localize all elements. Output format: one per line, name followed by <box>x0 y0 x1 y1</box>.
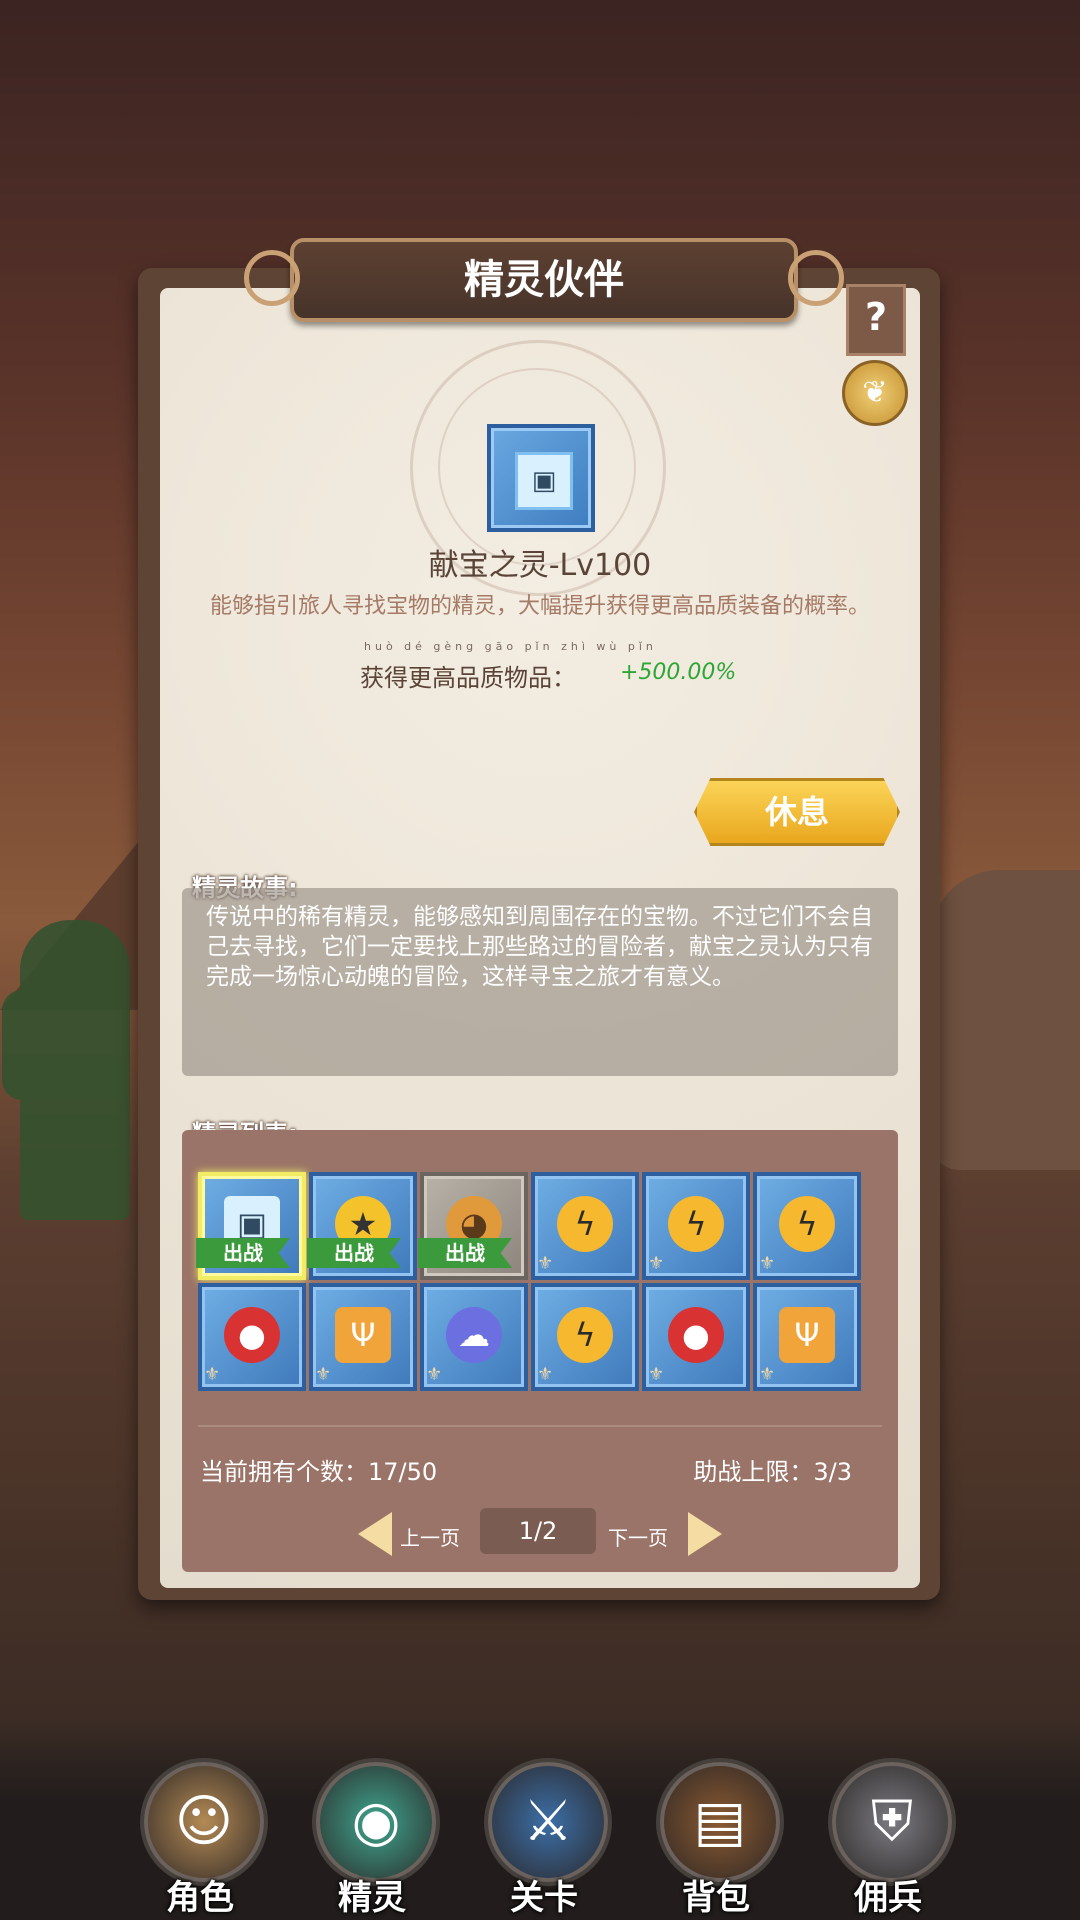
nav-item-backpack[interactable]: ▤ 背包 <box>646 1740 786 1920</box>
ghost-spirit-icon: ☁ <box>446 1307 502 1363</box>
deploy-tag: 出战 <box>196 1238 290 1268</box>
character-icon: ☺ <box>140 1758 268 1886</box>
flame-spirit-icon: ϟ <box>668 1196 724 1252</box>
flame-spirit-icon: ϟ <box>557 1196 613 1252</box>
title-banner: 精灵伙伴 <box>244 238 844 322</box>
spirit-slot[interactable]: ϟ ⚜ <box>531 1283 639 1391</box>
trident-icon: Ψ <box>335 1307 391 1363</box>
page-title: 精灵伙伴 <box>464 257 624 303</box>
next-arrow-icon[interactable] <box>688 1512 722 1556</box>
spirit-slot[interactable]: Ψ ⚜ <box>753 1283 861 1391</box>
story-text: 传说中的稀有精灵，能够感知到周围存在的宝物。不过它们不会自己去寻找，它们一定要找… <box>206 904 873 990</box>
nav-label: 背包 <box>682 1878 750 1918</box>
rank-badge-icon: ⚜ <box>759 1364 776 1385</box>
nav-item-stage[interactable]: ⚔ 关卡 <box>474 1740 614 1920</box>
nav-label: 关卡 <box>510 1878 578 1918</box>
deploy-tag: 出战 <box>418 1238 512 1268</box>
spirit-slot[interactable]: ● ⚜ <box>198 1283 306 1391</box>
prev-page-button[interactable]: 上一页 <box>400 1522 460 1551</box>
red-blob-icon: ● <box>668 1307 724 1363</box>
spirit-slot[interactable]: ▣ 出战 <box>196 1172 306 1280</box>
prev-arrow-icon[interactable] <box>358 1512 392 1556</box>
stat-row: huò dé gèng gāo pǐn zhì wù pǐn 获得更高品质物品：… <box>360 640 760 692</box>
spirit-icon: ◉ <box>312 1758 440 1886</box>
rank-badge-icon: ⚜ <box>426 1364 443 1385</box>
rank-badge-icon: ⚜ <box>537 1253 554 1274</box>
mercenary-icon: ⛨ <box>828 1758 956 1886</box>
owned-count: 当前拥有个数：17/50 <box>200 1458 438 1486</box>
nav-item-spirit[interactable]: ◉ 精灵 <box>302 1740 442 1920</box>
wing-icon[interactable]: ❦ <box>842 360 908 426</box>
spirit-slot[interactable]: ● ⚜ <box>642 1283 750 1391</box>
flame-spirit-icon: ϟ <box>557 1307 613 1363</box>
spirit-slot[interactable]: ★ 出战 <box>307 1172 417 1280</box>
stat-value: +500.00% <box>620 660 737 685</box>
banner-ornament-left <box>244 250 300 306</box>
spirit-list: ▣ 出战 ★ 出战 ◕ 出战 ϟ ⚜ ϟ ⚜ ϟ ⚜ ● ⚜ Ψ ⚜ ☁ ⚜ ϟ ⚜ ● ⚜ Ψ ⚜ 当前拥有个数：17/50… <box>182 1130 898 1572</box>
spirit-slot[interactable]: ☁ ⚜ <box>420 1283 528 1391</box>
divider <box>198 1425 882 1427</box>
rank-badge-icon: ⚜ <box>204 1364 221 1385</box>
nav-item-character[interactable]: ☺ 角色 <box>130 1740 270 1920</box>
cube-spirit-icon: ▣ <box>515 452 573 510</box>
rank-badge-icon: ⚜ <box>537 1364 554 1385</box>
help-button[interactable]: ? <box>846 284 906 356</box>
current-spirit-portrait: ▣ <box>487 424 595 532</box>
cactus-decoration <box>2 920 130 1220</box>
rank-badge-icon: ⚜ <box>648 1253 665 1274</box>
page-indicator: 1/2 <box>480 1508 596 1554</box>
trident-icon: Ψ <box>779 1307 835 1363</box>
spirit-slot[interactable]: ϟ ⚜ <box>753 1172 861 1280</box>
bottom-nav: ☺ 角色 ◉ 精灵 ⚔ 关卡 ▤ 背包 ⛨ 佣兵 <box>0 1720 1080 1920</box>
nav-label: 角色 <box>166 1878 234 1918</box>
spirit-name: 献宝之灵-Lv100 <box>428 548 652 583</box>
spirit-slot[interactable]: ϟ ⚜ <box>642 1172 750 1280</box>
rank-badge-icon: ⚜ <box>648 1364 665 1385</box>
nav-label: 精灵 <box>338 1878 406 1918</box>
spirit-slot[interactable]: Ψ ⚜ <box>309 1283 417 1391</box>
pager: 上一页 1/2 下一页 <box>182 1508 898 1560</box>
backpack-icon: ▤ <box>656 1758 784 1886</box>
rank-badge-icon: ⚜ <box>759 1253 776 1274</box>
rank-badge-icon: ⚜ <box>315 1364 332 1385</box>
nav-item-mercenary[interactable]: ⛨ 佣兵 <box>818 1740 958 1920</box>
banner-ornament-right <box>788 250 844 306</box>
red-blob-icon: ● <box>224 1307 280 1363</box>
spirit-slot[interactable]: ◕ 出战 <box>418 1172 528 1280</box>
story-box: 传说中的稀有精灵，能够感知到周围存在的宝物。不过它们不会自己去寻找，它们一定要找… <box>182 888 898 1076</box>
rock-decoration <box>930 870 1080 1170</box>
flame-spirit-icon: ϟ <box>779 1196 835 1252</box>
spirit-description: 能够指引旅人寻找宝物的精灵，大幅提升获得更高品质装备的概率。 <box>209 594 870 619</box>
stage-icon: ⚔ <box>484 1758 612 1886</box>
nav-label: 佣兵 <box>854 1878 922 1918</box>
assist-limit: 助战上限：3/3 <box>693 1458 852 1486</box>
rest-button[interactable]: 休息 <box>694 778 900 846</box>
deploy-tag: 出战 <box>307 1238 401 1268</box>
spirit-slot[interactable]: ϟ ⚜ <box>531 1172 639 1280</box>
stat-label: 获得更高品质物品： <box>360 664 576 692</box>
stat-pinyin: huò dé gèng gāo pǐn zhì wù pǐn <box>364 640 657 653</box>
next-page-button[interactable]: 下一页 <box>608 1522 668 1551</box>
